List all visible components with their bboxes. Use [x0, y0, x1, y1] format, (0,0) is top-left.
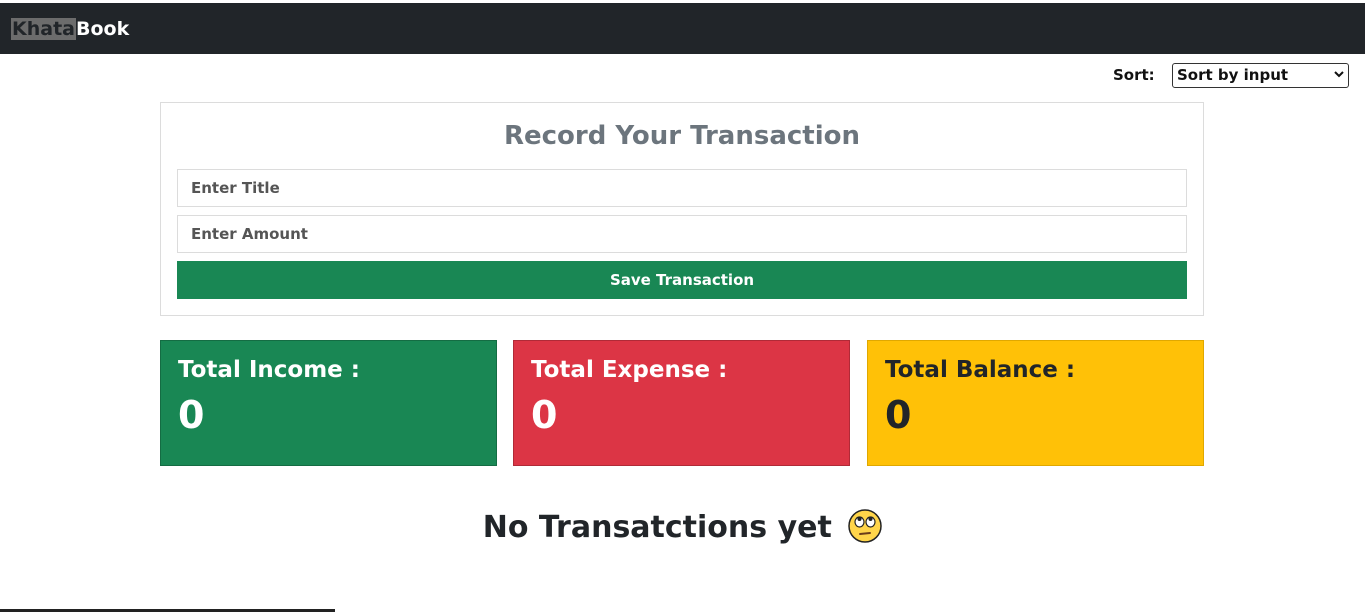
sort-control: Sort: Sort by input — [1113, 62, 1349, 88]
total-income-label: Total Income : — [178, 357, 360, 383]
sort-label: Sort: — [1113, 66, 1155, 84]
sort-select[interactable]: Sort by input — [1172, 62, 1349, 88]
total-income-card: Total Income : 0 — [160, 340, 497, 466]
total-balance-label: Total Balance : — [885, 357, 1076, 383]
bottom-border — [0, 608, 1365, 612]
face-with-rolling-eyes-icon — [848, 508, 883, 543]
total-expense-label: Total Expense : — [531, 357, 728, 383]
chevron-down-icon — [1334, 70, 1344, 81]
save-transaction-button[interactable]: Save Transaction — [177, 261, 1187, 299]
brand-logo[interactable]: KhataBook — [11, 18, 129, 40]
total-expense-card: Total Expense : 0 — [513, 340, 850, 466]
total-balance-value: 0 — [885, 393, 912, 437]
empty-state: No Transatctions yet — [0, 508, 1365, 546]
sort-selected-value: Sort by input — [1177, 66, 1289, 84]
total-expense-value: 0 — [531, 393, 558, 437]
form-title: Record Your Transaction — [503, 121, 860, 151]
navbar: KhataBook — [0, 3, 1365, 54]
transaction-form-card: Record Your Transaction Enter Title Ente… — [160, 102, 1204, 316]
total-balance-card: Total Balance : 0 — [867, 340, 1204, 466]
brand-rest: Book — [75, 18, 130, 40]
title-input[interactable]: Enter Title — [177, 169, 1187, 207]
brand-highlight: Khata — [11, 18, 76, 40]
amount-input[interactable]: Enter Amount — [177, 215, 1187, 253]
empty-state-text: No Transatctions yet — [482, 510, 832, 545]
total-income-value: 0 — [178, 393, 205, 437]
